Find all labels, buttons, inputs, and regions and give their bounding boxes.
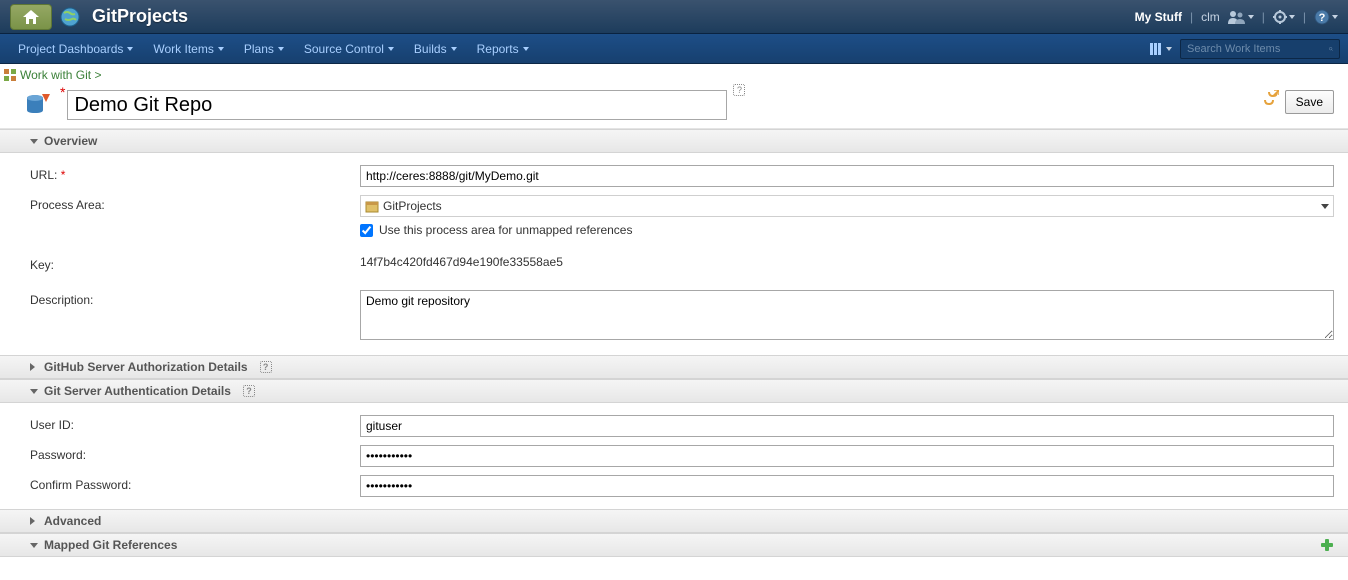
help-menu[interactable]: ? [1314,9,1338,25]
separator: | [1190,10,1193,24]
link-outgoing-icon[interactable] [1263,90,1279,106]
separator: | [1303,10,1306,24]
plus-icon[interactable] [1320,538,1334,552]
section-header-overview[interactable]: Overview [0,129,1348,153]
user-menu[interactable] [1228,10,1254,24]
separator: | [1262,10,1265,24]
row-confirm-password: Confirm Password: [30,471,1334,501]
row-process-area: Process Area: GitProjects Use this proce… [30,191,1334,241]
row-url: URL: * [30,161,1334,191]
menu-project-dashboards[interactable]: Project Dashboards [8,34,143,63]
section-header-git-auth[interactable]: Git Server Authentication Details ? [0,379,1348,403]
help-icon[interactable]: ? [260,361,272,373]
unmapped-checkbox[interactable] [360,224,373,237]
repo-icon [24,90,52,118]
checkbox-row-unmapped: Use this process area for unmapped refer… [360,223,1334,237]
search-input[interactable] [1187,43,1329,55]
label-confirm-password: Confirm Password: [30,475,360,492]
breadcrumb[interactable]: Work with Git > [20,68,101,82]
overview-form: URL: * Process Area: GitProjects Use thi… [0,153,1348,355]
repo-name-input[interactable] [67,90,727,120]
app-title: GitProjects [92,6,188,27]
url-input[interactable] [360,165,1334,187]
label-process-area: Process Area: [30,195,360,212]
breadcrumb-row: Work with Git > [0,64,1348,86]
section-header-github-auth[interactable]: GitHub Server Authorization Details ? [0,355,1348,379]
label-password: Password: [30,445,360,462]
banner-left: GitProjects [10,4,188,30]
top-banner: GitProjects My Stuff | clm | | ? [0,0,1348,34]
row-description: Description: [30,286,1334,347]
page-content: Work with Git > * ? Save Overview URL: *… [0,64,1348,557]
save-button[interactable]: Save [1285,90,1334,114]
row-key: Key: 14f7b4c420fd467d94e190fe33558ae5 [30,251,1334,276]
confirm-password-input[interactable] [360,475,1334,497]
list-icon [1150,43,1164,55]
search-box[interactable] [1180,39,1340,59]
svg-text:?: ? [1319,12,1326,24]
process-area-dropdown[interactable]: GitProjects [360,195,1334,217]
project-icon [365,199,379,213]
globe-icon [60,7,80,27]
user-label: clm [1201,10,1220,24]
section-header-advanced[interactable]: Advanced [0,509,1348,533]
label-key: Key: [30,255,360,272]
menu-source-control[interactable]: Source Control [294,34,404,63]
menubar-right [1150,39,1340,59]
help-icon[interactable]: ? [243,385,255,397]
row-password: Password: [30,441,1334,471]
menu-plans[interactable]: Plans [234,34,294,63]
help-icon[interactable]: ? [733,84,745,96]
menu-bar: Project Dashboards Work Items Plans Sour… [0,34,1348,64]
help-icon: ? [1314,9,1330,25]
my-stuff-link[interactable]: My Stuff [1135,10,1182,24]
users-icon [1228,10,1246,24]
row-user-id: User ID: [30,411,1334,441]
label-description: Description: [30,290,360,307]
settings-menu[interactable] [1273,10,1295,24]
menu-builds[interactable]: Builds [404,34,467,63]
title-row: * ? Save [0,86,1348,129]
required-indicator: * [60,84,65,100]
home-button[interactable] [10,4,52,30]
menu-work-items[interactable]: Work Items [143,34,233,63]
gear-icon [1273,10,1287,24]
chevron-down-icon [1321,204,1329,209]
key-value: 14f7b4c420fd467d94e190fe33558ae5 [360,255,1334,269]
description-input[interactable] [360,290,1334,340]
menu-reports[interactable]: Reports [467,34,539,63]
view-picker[interactable] [1150,43,1172,55]
search-icon [1329,43,1333,55]
home-icon [23,10,39,24]
label-url: URL: * [30,165,360,182]
password-input[interactable] [360,445,1334,467]
user-id-input[interactable] [360,415,1334,437]
label-user-id: User ID: [30,415,360,432]
apps-icon[interactable] [4,69,16,81]
git-auth-form: User ID: Password: Confirm Password: [0,403,1348,509]
banner-right: My Stuff | clm | | ? [1135,9,1338,25]
section-header-mapped-refs[interactable]: Mapped Git References [0,533,1348,557]
